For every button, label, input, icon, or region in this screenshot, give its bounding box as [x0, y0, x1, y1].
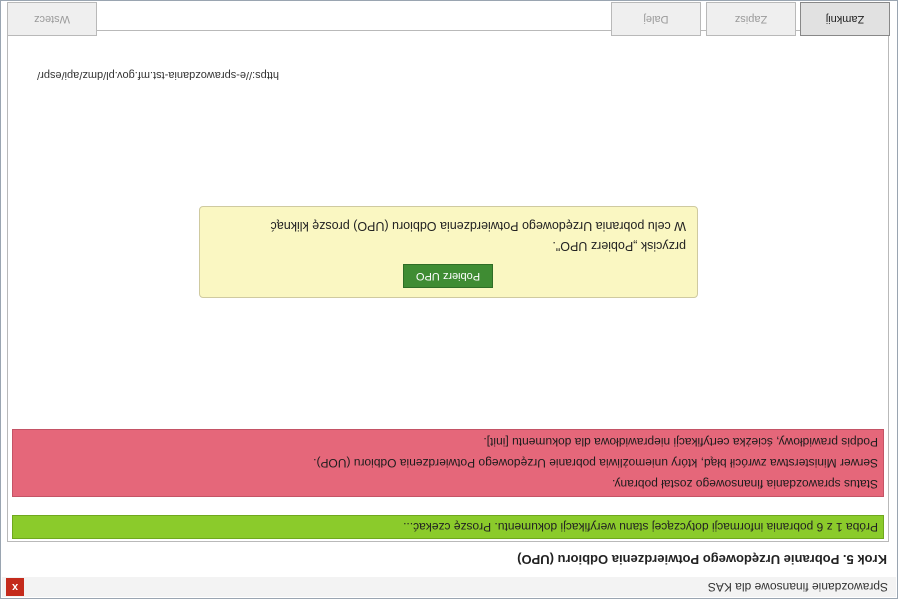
error-message-box: Status sprawozdania finansowego został p…	[12, 429, 884, 497]
screen: Sprawozdanie finansowe dla KAS x Krok 5.…	[0, 0, 898, 599]
title-bar: Sprawozdanie finansowe dla KAS x	[2, 577, 896, 597]
info-text-line-1: W celu pobrania Urzędowego Potwierdzenia…	[270, 219, 686, 233]
progress-message-bar: Próba 1 z 6 pobrania informacji dotycząc…	[12, 515, 884, 539]
error-line: Podpis prawidłowy, ścieżka certyfikacji …	[483, 435, 878, 449]
error-line: Serwer Ministerstwa zwrócił błąd, który …	[313, 456, 878, 470]
info-text-line-2: przycisk „Pobierz UPO".	[552, 239, 686, 253]
next-button[interactable]: Dalej	[611, 2, 701, 36]
save-button[interactable]: Zapisz	[706, 2, 796, 36]
close-icon[interactable]: x	[6, 578, 24, 596]
back-button[interactable]: Wstecz	[7, 2, 97, 36]
step-title: Krok 5. Pobranie Urzędowego Potwierdzeni…	[517, 552, 887, 567]
window-title: Sprawozdanie finansowe dla KAS	[707, 580, 888, 594]
api-url: https://e-sprawozdania-tst.mf.gov.pl/dmz…	[37, 69, 279, 81]
download-upo-button[interactable]: Pobierz UPO	[403, 264, 493, 288]
upo-info-box: W celu pobrania Urzędowego Potwierdzenia…	[199, 206, 698, 298]
close-button[interactable]: Zamknij	[800, 2, 890, 36]
dialog-window: Sprawozdanie finansowe dla KAS x Krok 5.…	[0, 0, 898, 599]
progress-message: Próba 1 z 6 pobrania informacji dotycząc…	[403, 520, 878, 534]
error-line: Status sprawozdania finansowego został p…	[612, 477, 878, 491]
status-panel: Próba 1 z 6 pobrania informacji dotycząc…	[7, 30, 889, 542]
